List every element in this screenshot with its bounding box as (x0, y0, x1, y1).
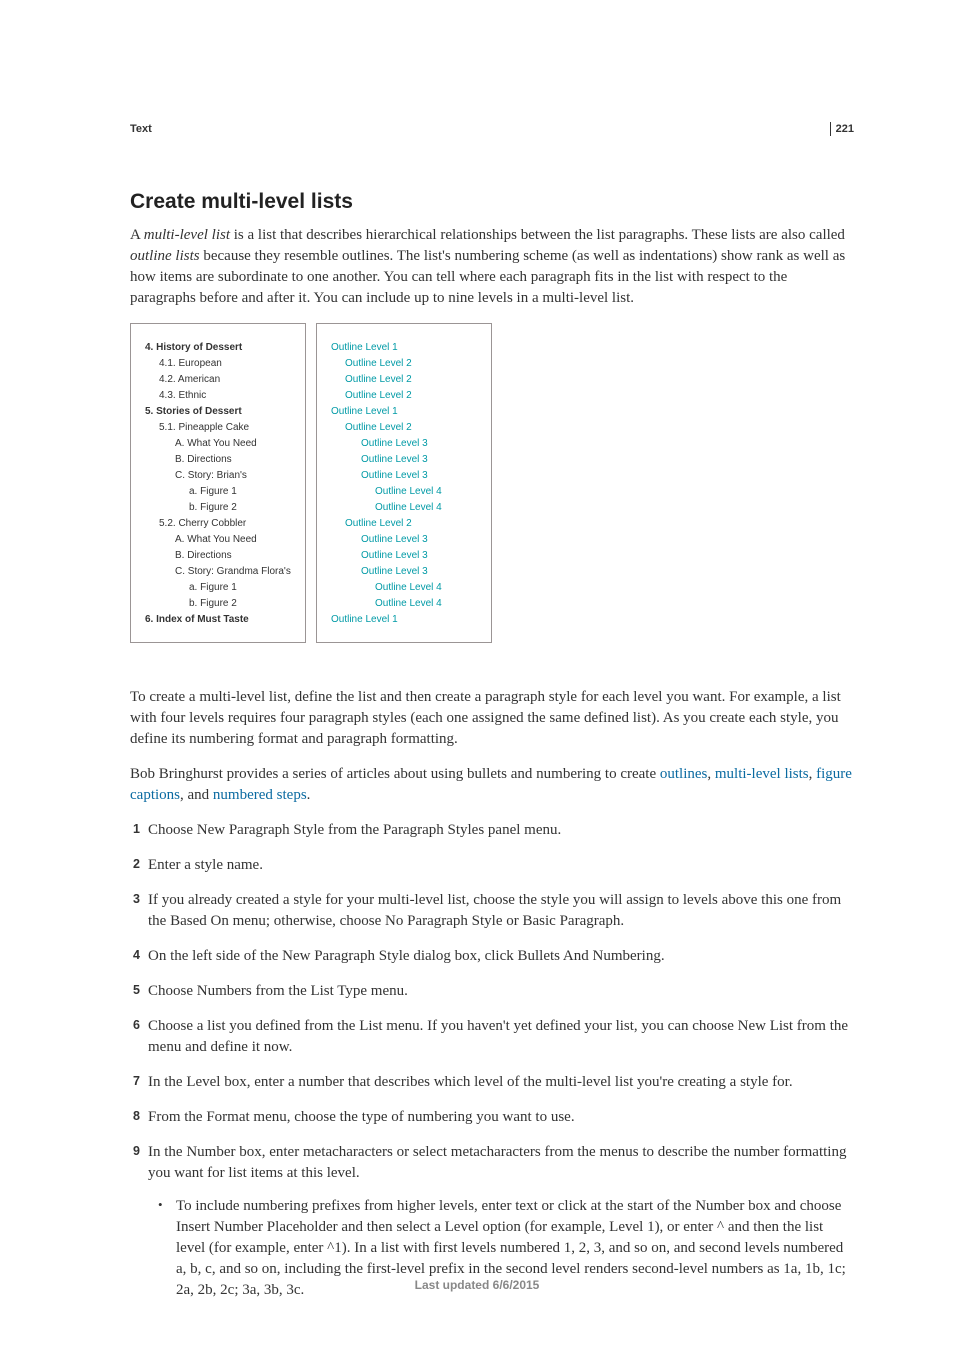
step-text: From the Format menu, choose the type of… (148, 1109, 575, 1125)
figure-right-panel: Outline Level 1Outline Level 2Outline Le… (316, 323, 492, 643)
figure-left-row: C. Story: Brian's (145, 468, 293, 484)
figure-left-row: B. Directions (145, 548, 293, 564)
figure-right-row: Outline Level 3 (331, 468, 479, 484)
step-item: 8From the Format menu, choose the type o… (130, 1107, 854, 1128)
figure-right-row: Outline Level 2 (331, 388, 479, 404)
figure-right-row: Outline Level 4 (331, 500, 479, 516)
step-item: 4On the left side of the New Paragraph S… (130, 946, 854, 967)
step-text: If you already created a style for your … (148, 892, 841, 929)
section-heading: Create multi-level lists (130, 187, 854, 216)
figure-right-row: Outline Level 3 (331, 436, 479, 452)
figure-left-row: 4.2. American (145, 372, 293, 388)
step-item: 7In the Level box, enter a number that d… (130, 1072, 854, 1093)
step-number: 7 (122, 1073, 140, 1091)
text: Bob Bringhurst provides a series of arti… (130, 766, 660, 782)
figure-left-row: C. Story: Grandma Flora's (145, 564, 293, 580)
step-item: 1Choose New Paragraph Style from the Par… (130, 820, 854, 841)
figure-right-row: Outline Level 2 (331, 372, 479, 388)
figure-right-row: Outline Level 4 (331, 580, 479, 596)
figure-left-row: 5. Stories of Dessert (145, 404, 293, 420)
step-item: 3If you already created a style for your… (130, 890, 854, 932)
step-text: On the left side of the New Paragraph St… (148, 948, 665, 964)
figure-left-row: b. Figure 2 (145, 596, 293, 612)
figure-right-row: Outline Level 2 (331, 516, 479, 532)
figure-left-row: 5.1. Pineapple Cake (145, 420, 293, 436)
figure-right-row: Outline Level 3 (331, 452, 479, 468)
step-number: 9 (122, 1143, 140, 1161)
figure-left-row: a. Figure 1 (145, 580, 293, 596)
step-item: 2Enter a style name. (130, 855, 854, 876)
figure-right-row: Outline Level 2 (331, 356, 479, 372)
figure-right-row: Outline Level 2 (331, 420, 479, 436)
text: . (307, 787, 311, 803)
figure-left-row: A. What You Need (145, 436, 293, 452)
step-number: 8 (122, 1108, 140, 1126)
step-text: In the Level box, enter a number that de… (148, 1074, 793, 1090)
link-numbered-steps[interactable]: numbered steps (213, 787, 307, 803)
step-item: 5Choose Numbers from the List Type menu. (130, 981, 854, 1002)
text: because they resemble outlines. The list… (130, 248, 845, 306)
figure-left-row: 4.3. Ethnic (145, 388, 293, 404)
figure-left-row: 5.2. Cherry Cobbler (145, 516, 293, 532)
figure-right-row: Outline Level 1 (331, 612, 479, 628)
figure-left-row: 4. History of Dessert (145, 340, 293, 356)
step-text: Choose Numbers from the List Type menu. (148, 983, 408, 999)
figure-right-row: Outline Level 1 (331, 404, 479, 420)
page-number: 221 (830, 122, 854, 136)
link-outlines[interactable]: outlines (660, 766, 708, 782)
step-item: 6Choose a list you defined from the List… (130, 1016, 854, 1058)
footer-last-updated: Last updated 6/6/2015 (0, 1277, 954, 1294)
figure-right-row: Outline Level 1 (331, 340, 479, 356)
step-number: 2 (122, 856, 140, 874)
figure-left-row: A. What You Need (145, 532, 293, 548)
body-paragraph: Bob Bringhurst provides a series of arti… (130, 764, 854, 806)
body-paragraph: To create a multi-level list, define the… (130, 687, 854, 750)
step-number: 1 (122, 821, 140, 839)
chapter-label: Text (130, 122, 854, 137)
step-text: In the Number box, enter metacharacters … (148, 1144, 846, 1181)
steps-list: 1Choose New Paragraph Style from the Par… (130, 820, 854, 1301)
text: A (130, 227, 144, 243)
step-text: Choose New Paragraph Style from the Para… (148, 822, 561, 838)
figure-left-row: a. Figure 1 (145, 484, 293, 500)
step-text: Enter a style name. (148, 857, 263, 873)
figure-right-row: Outline Level 3 (331, 564, 479, 580)
figure-left-row: 6. Index of Must Taste (145, 612, 293, 628)
step-number: 5 (122, 982, 140, 1000)
text: is a list that describes hierarchical re… (230, 227, 845, 243)
figure-right-row: Outline Level 3 (331, 532, 479, 548)
figure-right-row: Outline Level 4 (331, 596, 479, 612)
step-number: 3 (122, 891, 140, 909)
figure-right-row: Outline Level 4 (331, 484, 479, 500)
step-text: Choose a list you defined from the List … (148, 1018, 848, 1055)
figure-left-row: b. Figure 2 (145, 500, 293, 516)
step-number: 4 (122, 947, 140, 965)
figure-left-row: B. Directions (145, 452, 293, 468)
term-outline-lists: outline lists (130, 248, 200, 264)
text: , (707, 766, 715, 782)
term-multi-level-list: multi-level list (144, 227, 230, 243)
link-multi-level-lists[interactable]: multi-level lists (715, 766, 809, 782)
page: 221 Text Create multi-level lists A mult… (0, 0, 954, 1350)
figure-multi-level-list-example: 4. History of Dessert4.1. European4.2. A… (130, 323, 854, 643)
intro-paragraph: A multi-level list is a list that descri… (130, 225, 854, 309)
figure-left-panel: 4. History of Dessert4.1. European4.2. A… (130, 323, 306, 643)
text: , and (180, 787, 213, 803)
step-number: 6 (122, 1017, 140, 1035)
figure-left-row: 4.1. European (145, 356, 293, 372)
figure-right-row: Outline Level 3 (331, 548, 479, 564)
